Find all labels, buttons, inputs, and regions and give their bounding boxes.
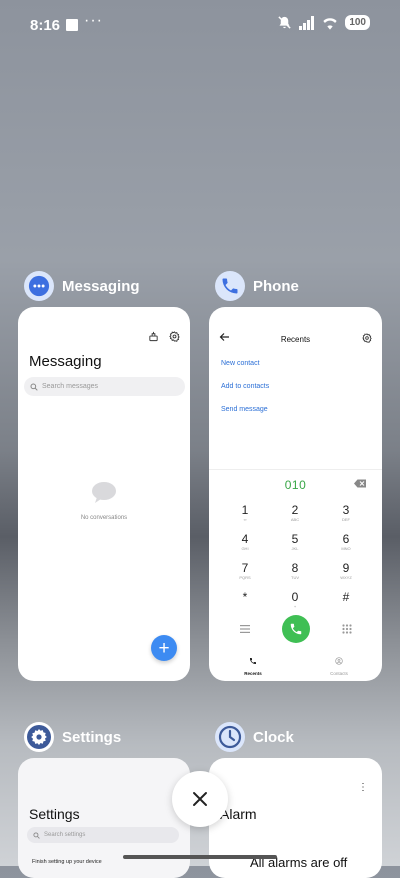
dial-key[interactable]: * (220, 591, 270, 604)
search-placeholder: Search messages (42, 383, 99, 390)
contact-icon (335, 657, 343, 665)
app-label-settings-text: Settings (62, 728, 122, 746)
app-label-messaging-text: Messaging (62, 277, 140, 295)
search-input[interactable]: Search settings (27, 827, 179, 843)
broom-icon[interactable] (148, 331, 159, 342)
dial-key[interactable]: 4 GHI (220, 533, 270, 552)
dial-key[interactable]: 3 DEF (321, 504, 371, 523)
gear-icon[interactable] (362, 333, 372, 343)
dial-key[interactable]: 7 PQRS (220, 562, 270, 581)
search-input[interactable]: Search messages (24, 377, 185, 396)
notification-square-icon (66, 19, 78, 31)
gear-icon (24, 722, 54, 752)
dialer-actions (209, 615, 382, 645)
empty-chat-icon (92, 482, 116, 503)
tab-recents[interactable]: Recents (223, 652, 283, 676)
backspace-icon[interactable] (354, 479, 366, 488)
empty-state-text: No conversations (80, 515, 128, 521)
status-icons: 100 (277, 15, 370, 30)
signal-icon (299, 15, 315, 30)
dialpad-icon[interactable] (342, 624, 352, 634)
recent-app-card-phone[interactable]: Recents New contact Add to contacts Send… (209, 307, 382, 681)
divider (209, 469, 382, 470)
wifi-icon (323, 17, 337, 30)
app-label-settings[interactable]: Settings (24, 722, 121, 752)
dial-key[interactable]: 5 JKL (270, 533, 320, 552)
settings-list-item[interactable]: Finish setting up your device (32, 859, 102, 865)
phone-icon (290, 623, 302, 635)
add-to-contacts-link[interactable]: Add to contacts (221, 383, 269, 390)
app-label-messaging[interactable]: Messaging (24, 271, 140, 301)
tab-contacts[interactable]: Contacts (309, 652, 369, 676)
search-placeholder: Search settings (44, 832, 86, 838)
chat-bubble-icon (24, 271, 54, 301)
page-title: Recents (280, 335, 311, 344)
close-icon (193, 792, 207, 806)
recent-app-card-settings[interactable]: Settings Search settings Finish setting … (18, 758, 190, 878)
dial-key[interactable]: 9 WXYZ (321, 562, 371, 581)
status-time: 8:16 (30, 17, 61, 34)
mute-icon (278, 16, 291, 29)
search-icon (30, 383, 38, 391)
app-label-clock[interactable]: Clock (215, 722, 294, 752)
dial-key[interactable]: # (321, 591, 371, 604)
new-message-button[interactable]: + (151, 635, 177, 661)
send-message-link[interactable]: Send message (221, 406, 268, 413)
app-label-phone-text: Phone (253, 277, 299, 295)
page-title: Settings (29, 806, 80, 822)
battery-icon: 100 (345, 15, 370, 30)
recent-app-card-messaging[interactable]: Messaging Search messages No conversatio… (18, 307, 190, 681)
menu-icon[interactable] (240, 625, 250, 633)
dial-key[interactable]: 6 MNO (321, 533, 371, 552)
call-button[interactable] (282, 615, 310, 643)
clock-icon (215, 722, 245, 752)
status-bar: 8:16 ··· 100 (0, 0, 400, 52)
dial-key[interactable]: 2 ABC (270, 504, 320, 523)
dial-key[interactable]: 8 TUV (270, 562, 320, 581)
phone-icon (250, 658, 256, 664)
app-label-clock-text: Clock (253, 728, 294, 746)
new-contact-link[interactable]: New contact (221, 360, 260, 367)
dial-key[interactable]: 1 ∞ (220, 504, 270, 523)
app-label-phone[interactable]: Phone (215, 271, 299, 301)
more-notifications-icon: ··· (84, 12, 103, 29)
search-icon (33, 831, 40, 839)
close-all-button[interactable] (172, 771, 228, 827)
dial-key[interactable]: 0 + (270, 591, 320, 610)
more-options-icon[interactable]: ⋮ (358, 782, 368, 793)
home-indicator[interactable] (123, 855, 277, 859)
phone-icon (215, 271, 245, 301)
recent-app-card-clock[interactable]: ⋮ Alarm All alarms are off (209, 758, 382, 878)
gear-icon[interactable] (169, 331, 180, 342)
page-title: Messaging (29, 353, 102, 370)
